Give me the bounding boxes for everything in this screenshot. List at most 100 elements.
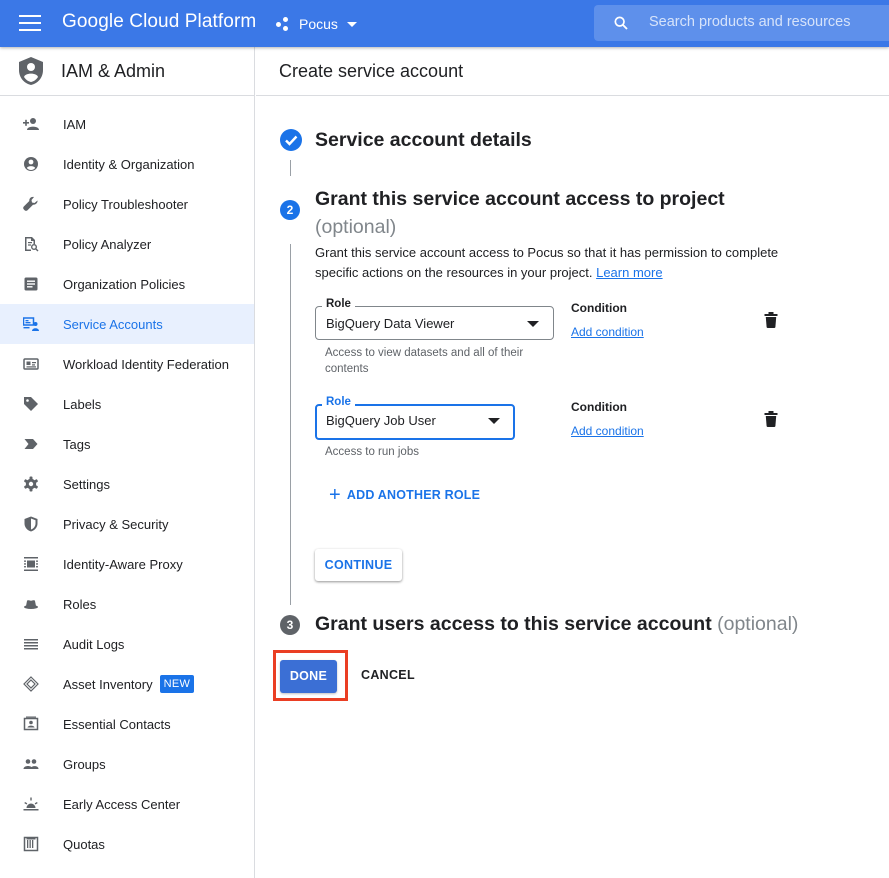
condition-label-2: Condition <box>571 400 627 414</box>
menu-icon[interactable] <box>19 15 41 31</box>
sidebar-item-groups[interactable]: Groups <box>0 744 254 784</box>
step-connector <box>290 160 291 176</box>
role-hint-2: Access to run jobs <box>325 446 419 458</box>
quota-icon <box>23 836 39 852</box>
add-role-label: ADD ANOTHER ROLE <box>346 488 481 502</box>
diamond-layers-icon <box>23 676 39 692</box>
delete-role-1-icon[interactable] <box>764 312 778 328</box>
step1-title[interactable]: Service account details <box>315 129 532 152</box>
step1-complete-check-icon <box>280 129 302 151</box>
sidebar-item-label: Organization Policies <box>63 276 186 292</box>
condition-label-1: Condition <box>571 301 627 315</box>
sidebar-item-label: Policy Troubleshooter <box>63 196 189 212</box>
sidebar-item-label: Quotas <box>63 836 105 852</box>
sidebar-item-early-access-center[interactable]: Early Access Center <box>0 784 254 824</box>
sidebar-item-label: IAM <box>63 116 87 132</box>
sidebar-header: IAM & Admin <box>0 47 254 96</box>
sidebar-item-label: Tags <box>63 436 91 452</box>
sidebar-title: IAM & Admin <box>61 60 166 81</box>
document-search-icon <box>23 236 39 252</box>
list-document-icon <box>23 276 39 292</box>
sidebar-item-essential-contacts[interactable]: Essential Contacts <box>0 704 254 744</box>
role-label: Role <box>322 396 355 408</box>
sidebar-item-identity-aware-proxy[interactable]: Identity-Aware Proxy <box>0 544 254 584</box>
plus-icon: + <box>329 484 341 506</box>
dropdown-arrow-icon <box>488 418 500 424</box>
sidebar-item-label: Labels <box>63 396 102 412</box>
sidebar-item-workload-identity-federation[interactable]: Workload Identity Federation <box>0 344 254 384</box>
step2-number: 2 <box>280 200 300 220</box>
sidebar-item-asset-inventory[interactable]: Asset Inventory NEW <box>0 664 254 704</box>
step3-title-text: Grant users access to this service accou… <box>315 613 712 635</box>
lines-icon <box>23 636 39 652</box>
project-selector[interactable]: Pocus <box>276 9 357 39</box>
sidebar-item-policy-analyzer[interactable]: Policy Analyzer <box>0 224 254 264</box>
add-condition-link-1[interactable]: Add condition <box>571 325 644 339</box>
add-another-role-button[interactable]: + ADD ANOTHER ROLE <box>329 484 481 506</box>
shield-icon <box>23 516 39 532</box>
sidebar-item-organization-policies[interactable]: Organization Policies <box>0 264 254 304</box>
account-circle-icon <box>23 156 39 172</box>
id-card-icon <box>23 356 39 372</box>
sidebar-item-label: Workload Identity Federation <box>63 356 229 372</box>
sidebar-item-label: Policy Analyzer <box>63 236 152 252</box>
main-content: Create service account Service account d… <box>256 47 889 878</box>
step2-optional: (optional) <box>315 216 397 238</box>
cancel-button[interactable]: CANCEL <box>361 668 415 682</box>
sidebar-item-audit-logs[interactable]: Audit Logs <box>0 624 254 664</box>
role-label: Role <box>322 298 355 310</box>
sidebar-item-iam[interactable]: IAM <box>0 104 254 144</box>
page-title: Create service account <box>256 47 889 96</box>
top-bar: Google Cloud Platform Pocus Search produ… <box>0 0 889 47</box>
step2-title: Grant this service account access to pro… <box>315 185 725 241</box>
delete-role-2-icon[interactable] <box>764 411 778 427</box>
sidebar: IAM & Admin IAM Identity & Organization … <box>0 47 255 878</box>
learn-more-link[interactable]: Learn more <box>596 265 662 280</box>
chevron-down-icon <box>346 21 357 27</box>
continue-button[interactable]: CONTINUE <box>315 549 402 581</box>
sunrise-icon <box>23 796 39 812</box>
sidebar-nav: IAM Identity & Organization Policy Troub… <box>0 96 254 864</box>
sidebar-item-labels[interactable]: Labels <box>0 384 254 424</box>
sidebar-item-settings[interactable]: Settings <box>0 464 254 504</box>
sidebar-item-label: Identity-Aware Proxy <box>63 556 183 572</box>
sidebar-item-service-accounts[interactable]: Service Accounts <box>0 304 254 344</box>
sidebar-item-tags[interactable]: Tags <box>0 424 254 464</box>
sidebar-item-label: Privacy & Security <box>63 516 169 532</box>
search-bar[interactable]: Search products and resources <box>594 5 889 41</box>
proxy-icon <box>23 556 39 572</box>
role-select-1[interactable]: Role BigQuery Data Viewer <box>315 298 554 340</box>
step3-title[interactable]: Grant users access to this service accou… <box>315 613 798 636</box>
label-icon <box>23 396 39 412</box>
step3-optional: (optional) <box>717 613 799 635</box>
sidebar-item-privacy-security[interactable]: Privacy & Security <box>0 504 254 544</box>
tag-arrow-icon <box>23 436 39 452</box>
sidebar-item-quotas[interactable]: Quotas <box>0 824 254 864</box>
sidebar-item-label: Identity & Organization <box>63 156 195 172</box>
sidebar-item-label: Roles <box>63 596 97 612</box>
sidebar-item-label: Audit Logs <box>63 636 125 652</box>
sidebar-item-policy-troubleshooter[interactable]: Policy Troubleshooter <box>0 184 254 224</box>
dropdown-arrow-icon <box>527 321 539 327</box>
search-icon <box>614 16 628 30</box>
group-icon <box>23 756 39 772</box>
role-select-2[interactable]: Role BigQuery Job User <box>315 396 515 440</box>
service-account-icon <box>23 316 39 332</box>
done-button[interactable]: DONE <box>280 660 337 693</box>
hat-icon <box>23 596 39 612</box>
brand-title[interactable]: Google Cloud Platform <box>62 11 256 33</box>
step2-description: Grant this service account access to Poc… <box>315 243 805 283</box>
search-placeholder: Search products and resources <box>649 14 851 30</box>
contact-card-icon <box>23 716 39 732</box>
role-value: BigQuery Job User <box>326 413 436 428</box>
wrench-icon <box>23 196 39 212</box>
step-connector <box>290 244 291 605</box>
sidebar-item-label: Essential Contacts <box>63 716 171 732</box>
role-value: BigQuery Data Viewer <box>326 316 455 331</box>
add-condition-link-2[interactable]: Add condition <box>571 424 644 438</box>
sidebar-item-identity-organization[interactable]: Identity & Organization <box>0 144 254 184</box>
sidebar-item-roles[interactable]: Roles <box>0 584 254 624</box>
project-dots-icon <box>276 17 292 31</box>
gear-icon <box>23 476 39 492</box>
sidebar-item-label: Service Accounts <box>63 316 163 332</box>
